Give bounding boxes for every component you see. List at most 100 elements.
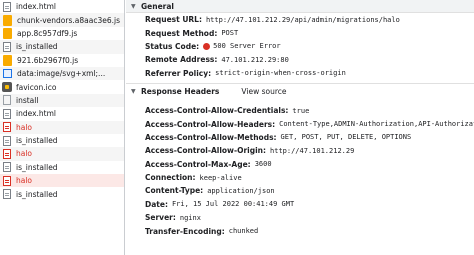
request-row[interactable]: install — [0, 93, 124, 108]
section-title: Response Headers — [141, 87, 220, 97]
header-name: Request Method: — [145, 28, 218, 38]
header-value: Fri, 15 Jul 2022 00:41:49 GMT — [171, 200, 295, 209]
error-status-icon — [203, 42, 211, 50]
request-name: app.8c957df9.js — [17, 28, 78, 38]
request-row[interactable]: is_installed — [0, 40, 124, 54]
image-icon — [3, 69, 12, 79]
header-value: Content-Type,ADMIN-Authorization,API-Aut… — [279, 120, 474, 129]
header-name: Referrer Policy: — [145, 68, 212, 78]
document-icon — [3, 95, 11, 106]
request-name: index.html — [16, 2, 56, 12]
script-icon — [3, 14, 12, 26]
response-header-row: Content-Type: application/json — [126, 184, 474, 197]
header-value: application/json — [207, 186, 275, 195]
header-name: Access-Control-Allow-Methods: — [145, 132, 277, 142]
request-name: halo — [16, 149, 33, 159]
response-header-row: Connection: keep-alive — [126, 171, 474, 184]
request-name: is_installed — [16, 136, 58, 146]
request-name: is_installed — [16, 162, 58, 172]
request-name: is_installed — [16, 189, 58, 199]
request-name: is_installed — [16, 42, 58, 52]
request-row-selected[interactable]: halo — [0, 174, 124, 188]
request-method-row: Request Method: POST — [126, 26, 474, 39]
request-row[interactable]: index.html — [0, 0, 124, 13]
response-header-row: Access-Control-Allow-Headers: Content-Typ… — [126, 117, 474, 130]
header-value: 500 Server Error — [213, 42, 281, 51]
header-value: true — [292, 106, 310, 115]
headers-panel: ▼ General Request URL: http://47.101.212… — [126, 0, 474, 255]
request-row[interactable]: app.8c957df9.js — [0, 27, 124, 40]
caret-down-icon: ▼ — [131, 88, 136, 96]
header-name: Access-Control-Max-Age: — [145, 159, 251, 169]
view-source-link[interactable]: View source — [241, 87, 286, 96]
document-icon — [3, 162, 11, 173]
response-header-row: Transfer-Encoding: chunked — [126, 224, 474, 237]
header-value: POST — [221, 29, 239, 38]
document-icon — [3, 1, 11, 12]
header-value: 3600 — [254, 160, 272, 169]
header-name: Connection: — [145, 173, 196, 183]
general-section-toggle[interactable]: ▼ General — [126, 0, 474, 13]
header-value: strict-origin-when-cross-origin — [215, 69, 346, 78]
header-name: Remote Address: — [145, 55, 218, 65]
header-name: Content-Type: — [145, 186, 204, 196]
script-icon — [3, 54, 12, 66]
request-row[interactable]: is_installed — [0, 161, 124, 174]
request-name: data:image/svg+xml;... — [17, 69, 106, 79]
request-name: index.html — [16, 109, 56, 119]
request-row[interactable]: 921.6b2967f0.js — [0, 54, 124, 67]
response-header-row: Access-Control-Allow-Origin: http://47.10… — [126, 144, 474, 157]
request-name: install — [16, 95, 39, 105]
header-value: chunked — [228, 227, 259, 236]
request-row[interactable]: data:image/svg+xml;... — [0, 66, 124, 81]
request-row[interactable]: index.html — [0, 107, 124, 120]
response-header-row: Server: nginx — [126, 211, 474, 224]
request-row[interactable]: halo — [0, 147, 124, 161]
request-name: halo — [16, 122, 33, 132]
request-name: favicon.ico — [16, 82, 57, 92]
response-header-row: Date: Fri, 15 Jul 2022 00:41:49 GMT — [126, 198, 474, 211]
request-row[interactable]: chunk-vendors.a8aac3e6.js — [0, 13, 124, 27]
status-code-row: Status Code: 500 Server Error — [126, 40, 474, 53]
document-icon — [3, 108, 11, 119]
header-value: nginx — [179, 213, 201, 222]
header-name: Date: — [145, 199, 168, 209]
document-icon — [3, 135, 11, 146]
header-name: Server: — [145, 213, 176, 223]
request-row[interactable]: favicon.ico — [0, 80, 124, 93]
header-name: Access-Control-Allow-Credentials: — [145, 106, 289, 116]
document-icon — [3, 189, 11, 200]
document-icon — [3, 148, 11, 159]
request-row[interactable]: is_installed — [0, 134, 124, 147]
header-name: Status Code: — [145, 41, 200, 51]
caret-down-icon: ▼ — [131, 2, 136, 10]
request-name: halo — [16, 176, 33, 186]
remote-address-row: Remote Address: 47.101.212.29:80 — [126, 53, 474, 66]
document-icon — [3, 175, 11, 186]
request-row[interactable]: is_installed — [0, 187, 124, 200]
section-title: General — [141, 1, 174, 11]
response-header-row: Access-Control-Allow-Methods: GET, POST, … — [126, 131, 474, 144]
header-name: Access-Control-Allow-Headers: — [145, 119, 276, 129]
response-header-row: Access-Control-Max-Age: 3600 — [126, 158, 474, 171]
header-value: 47.101.212.29:80 — [221, 55, 289, 64]
header-value: http://47.101.212.29/api/admin/migration… — [205, 15, 400, 24]
request-name: 921.6b2967f0.js — [17, 55, 79, 65]
request-url-row: Request URL: http://47.101.212.29/api/ad… — [126, 13, 474, 26]
request-name: chunk-vendors.a8aac3e6.js — [17, 15, 120, 25]
response-header-row: Access-Control-Allow-Credentials: true — [126, 104, 474, 117]
header-name: Request URL: — [145, 15, 202, 25]
header-value: http://47.101.212.29 — [270, 146, 355, 155]
script-icon — [3, 27, 12, 39]
header-value: keep-alive — [199, 173, 242, 182]
document-icon — [3, 41, 11, 52]
request-list: index.html chunk-vendors.a8aac3e6.js app… — [0, 0, 125, 255]
favicon-icon — [2, 82, 12, 93]
request-row[interactable]: halo — [0, 120, 124, 134]
response-headers-section-toggle[interactable]: ▼ Response Headers View source — [126, 84, 474, 100]
header-name: Transfer-Encoding: — [145, 226, 225, 236]
header-name: Access-Control-Allow-Origin: — [145, 146, 267, 156]
document-icon — [3, 122, 11, 133]
header-value: GET, POST, PUT, DELETE, OPTIONS — [280, 133, 412, 142]
referrer-policy-row: Referrer Policy: strict-origin-when-cros… — [126, 67, 474, 80]
